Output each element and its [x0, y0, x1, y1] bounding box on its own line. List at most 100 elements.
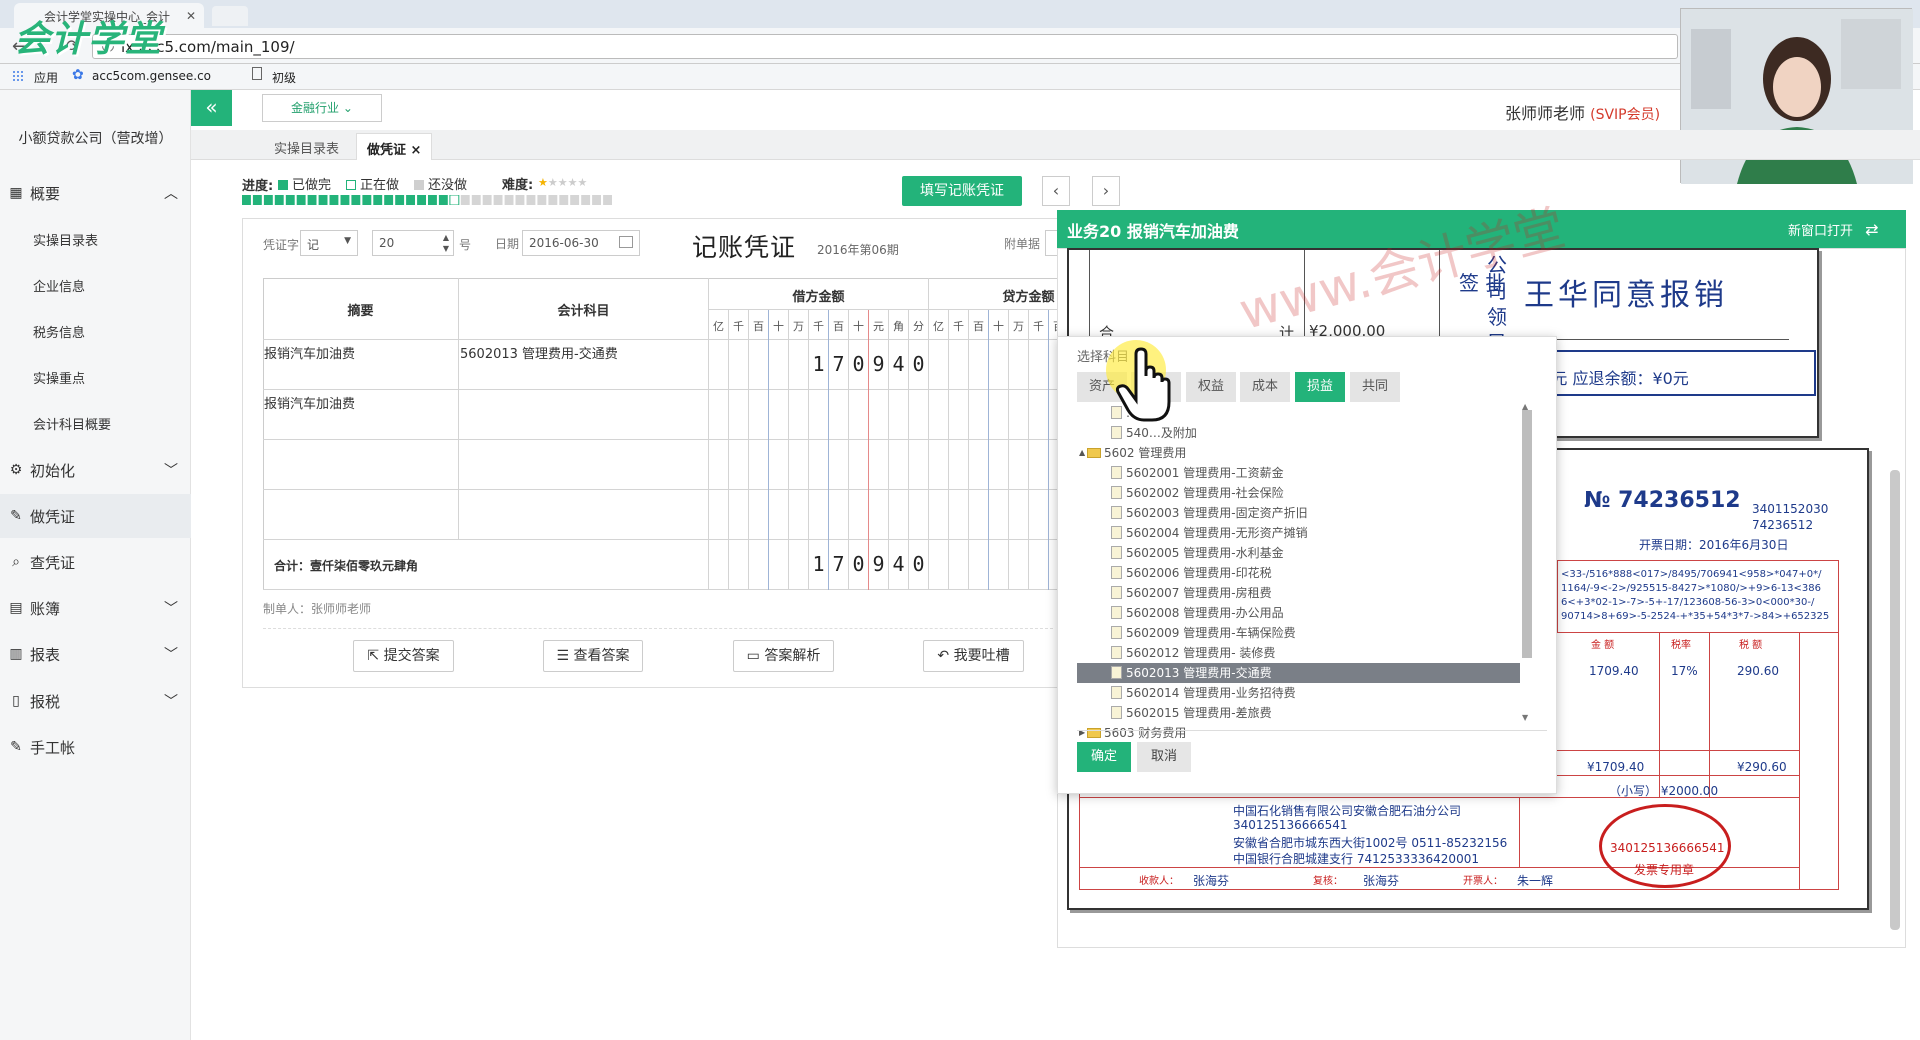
sidebar-item-report[interactable]: ▥ 报表 ﹀ — [0, 632, 191, 676]
credit-digit-cell[interactable] — [929, 490, 949, 540]
subject-tree-item[interactable]: 5602013 管理费用-交通费 — [1077, 663, 1520, 683]
tab-common[interactable]: 共同 — [1350, 372, 1400, 402]
debit-digit-cell[interactable]: 0 — [849, 340, 869, 390]
debit-digit-cell[interactable] — [829, 390, 849, 440]
sidebar-sub-account-overview[interactable]: 会计科目概要 — [0, 400, 191, 446]
subject-tree-scrollbar[interactable] — [1522, 410, 1532, 658]
tab-profit-loss[interactable]: 损益 — [1295, 372, 1345, 402]
sidebar-item-init[interactable]: ⚙ 初始化 ﹀ — [0, 448, 191, 492]
credit-digit-cell[interactable] — [989, 440, 1009, 490]
debit-digit-cell[interactable] — [749, 390, 769, 440]
prev-task-button[interactable]: ‹ — [1042, 176, 1070, 206]
credit-digit-cell[interactable] — [949, 490, 969, 540]
debit-digit-cell[interactable] — [909, 440, 929, 490]
summary-cell[interactable]: 报销汽车加油费 — [263, 340, 459, 390]
credit-digit-cell[interactable] — [1009, 490, 1029, 540]
subject-tree-item[interactable]: 5602001 管理费用-工资薪金 — [1077, 463, 1520, 483]
voucher-number-stepper[interactable]: 20 ▲ ▼ — [372, 230, 454, 256]
subject-tree-item[interactable]: 5602012 管理费用- 装修费 — [1077, 643, 1520, 663]
debit-digit-cell[interactable]: 1 — [809, 340, 829, 390]
subject-tree-item[interactable]: 5602014 管理费用-业务招待费 — [1077, 683, 1520, 703]
tab-make-voucher[interactable]: 做凭证 × — [356, 133, 433, 160]
debit-digit-cell[interactable] — [709, 490, 729, 540]
next-task-button[interactable]: › — [1092, 176, 1120, 206]
debit-digit-cell[interactable] — [889, 490, 909, 540]
industry-dropdown[interactable]: 金融行业 ⌄ — [262, 94, 382, 122]
debit-digit-cell[interactable]: 9 — [869, 340, 889, 390]
debit-digit-cell[interactable] — [789, 490, 809, 540]
debit-digit-cell[interactable] — [809, 390, 829, 440]
open-new-window-button[interactable]: 新窗口打开 ⇄ — [1788, 220, 1879, 239]
debit-digit-cell[interactable] — [849, 490, 869, 540]
debit-digit-cell[interactable] — [809, 440, 829, 490]
summary-cell[interactable] — [263, 440, 459, 490]
credit-digit-cell[interactable] — [1029, 440, 1049, 490]
credit-digit-cell[interactable] — [989, 490, 1009, 540]
subject-tree-item[interactable]: 5602004 管理费用-无形资产摊销 — [1077, 523, 1520, 543]
sidebar-item-make-voucher[interactable]: ✎ 做凭证 — [0, 494, 191, 538]
task-scrollbar[interactable] — [1890, 470, 1900, 930]
credit-digit-cell[interactable] — [949, 340, 969, 390]
sidebar-item-query-voucher[interactable]: ⌕ 查凭证 — [0, 540, 191, 584]
bookmark-gensee[interactable]: acc5com.gensee.co — [92, 69, 211, 83]
debit-digit-cell[interactable] — [709, 440, 729, 490]
tree-toggle-icon[interactable]: ▶ — [1079, 723, 1085, 743]
subject-tree-item[interactable]: 5602015 管理费用-差旅费 — [1077, 703, 1520, 723]
submit-answer-button[interactable]: ⇱ 提交答案 — [353, 640, 454, 672]
answer-analysis-button[interactable]: ▭ 答案解析 — [733, 640, 834, 672]
credit-digit-cell[interactable] — [989, 340, 1009, 390]
subject-tree-item[interactable]: 5602008 管理费用-办公用品 — [1077, 603, 1520, 623]
credit-digit-cell[interactable] — [1009, 390, 1029, 440]
sidebar-item-overview[interactable]: ▦ 概要 ︿ — [0, 171, 191, 215]
debit-digit-cell[interactable] — [729, 440, 749, 490]
debit-digit-cell[interactable] — [869, 390, 889, 440]
debit-digit-cell[interactable] — [729, 340, 749, 390]
debit-digit-cell[interactable] — [709, 340, 729, 390]
debit-digit-cell[interactable] — [709, 390, 729, 440]
subject-tree-item[interactable]: ▶ 5603 财务费用 — [1077, 723, 1520, 743]
credit-digit-cell[interactable] — [969, 440, 989, 490]
url-field[interactable]: i lx.acc5.com/main_109/ — [92, 34, 1678, 59]
debit-digit-cell[interactable] — [829, 440, 849, 490]
debit-digit-cell[interactable] — [769, 340, 789, 390]
bookmark-primary[interactable]: 初级 — [272, 69, 296, 86]
sidebar-item-ledger[interactable]: ▤ 账簿 ﹀ — [0, 586, 191, 630]
credit-digit-cell[interactable] — [1009, 340, 1029, 390]
scroll-down-icon[interactable]: ▼ — [1522, 713, 1528, 722]
debit-digit-cell[interactable] — [789, 390, 809, 440]
debit-digit-cell[interactable] — [789, 340, 809, 390]
view-answer-button[interactable]: ☰ 查看答案 — [543, 640, 643, 672]
sidebar-sub-key-points[interactable]: 实操重点 — [0, 354, 191, 400]
subject-tree-item[interactable]: 5602007 管理费用-房租费 — [1077, 583, 1520, 603]
calendar-icon[interactable] — [619, 236, 633, 248]
debit-digit-cell[interactable]: 7 — [829, 340, 849, 390]
browser-tab-close-icon[interactable]: ✕ — [186, 9, 196, 23]
sidebar-sub-tax-info[interactable]: 税务信息 — [0, 308, 191, 354]
collapse-sidebar-button[interactable]: « — [191, 90, 232, 126]
feedback-button[interactable]: ↶ 我要吐槽 — [923, 640, 1024, 672]
credit-digit-cell[interactable] — [969, 390, 989, 440]
credit-digit-cell[interactable] — [989, 390, 1009, 440]
credit-digit-cell[interactable] — [929, 440, 949, 490]
debit-digit-cell[interactable] — [869, 490, 889, 540]
sidebar-item-tax-filing[interactable]: ▯ 报税 ﹀ — [0, 679, 191, 723]
debit-digit-cell[interactable] — [729, 490, 749, 540]
subject-tree-item[interactable]: 5602005 管理费用-水利基金 — [1077, 543, 1520, 563]
debit-digit-cell[interactable] — [849, 390, 869, 440]
tab-catalog[interactable]: 实操目录表 — [264, 133, 349, 160]
confirm-button[interactable]: 确定 — [1077, 742, 1131, 772]
debit-digit-cell[interactable] — [909, 390, 929, 440]
fill-voucher-button[interactable]: 填写记账凭证 — [902, 176, 1022, 206]
summary-cell[interactable] — [263, 490, 459, 540]
account-cell[interactable] — [459, 390, 709, 440]
subject-tree-item[interactable]: 5602002 管理费用-社会保险 — [1077, 483, 1520, 503]
subject-tree-item[interactable]: 5602006 管理费用-印花税 — [1077, 563, 1520, 583]
sidebar-sub-catalog[interactable]: 实操目录表 — [0, 216, 191, 262]
debit-digit-cell[interactable] — [789, 440, 809, 490]
user-info[interactable]: 张师师老师 (SVIP会员) — [1505, 100, 1660, 124]
credit-digit-cell[interactable] — [1029, 490, 1049, 540]
credit-digit-cell[interactable] — [949, 440, 969, 490]
debit-digit-cell[interactable] — [749, 440, 769, 490]
new-tab-button[interactable] — [212, 6, 248, 26]
credit-digit-cell[interactable] — [1029, 340, 1049, 390]
